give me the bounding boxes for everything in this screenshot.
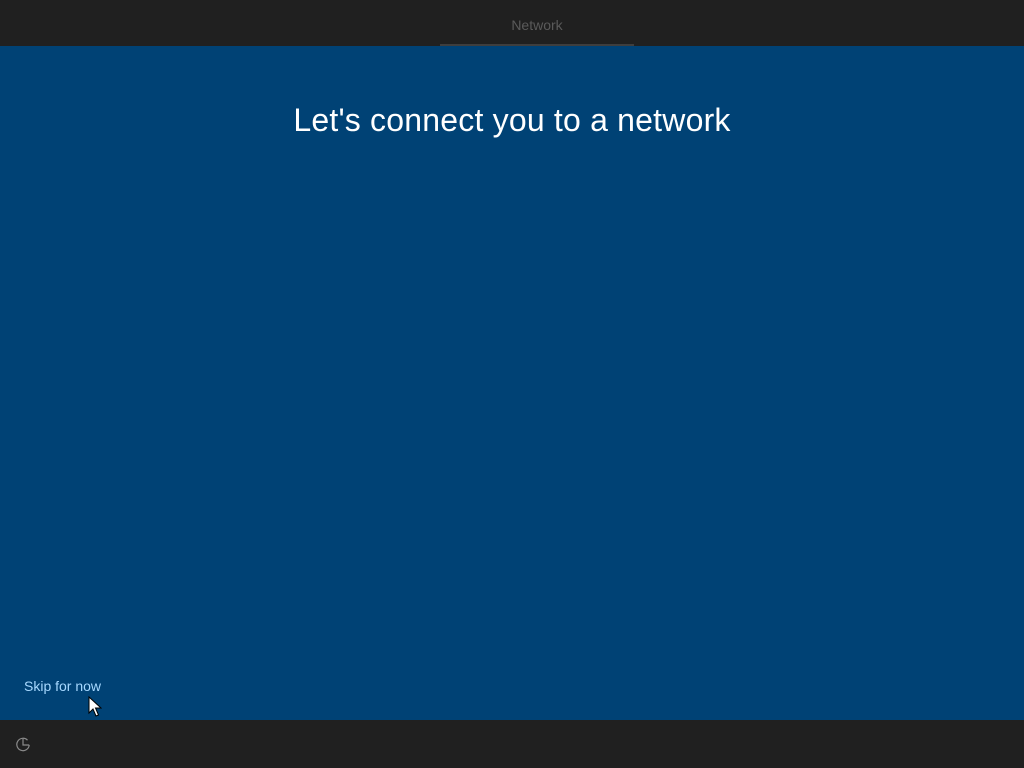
main-content: Let's connect you to a network Skip for … xyxy=(0,46,1024,720)
ease-of-access-icon[interactable] xyxy=(14,736,32,754)
step-tab-label: Network xyxy=(511,17,563,33)
bottom-bar xyxy=(0,720,1024,768)
page-title: Let's connect you to a network xyxy=(293,102,731,138)
skip-for-now-link[interactable]: Skip for now xyxy=(24,678,101,694)
oobe-screen: Network Let's connect you to a network S… xyxy=(0,0,1024,768)
step-tab-network: Network xyxy=(440,0,634,46)
top-bar: Network xyxy=(0,0,1024,46)
